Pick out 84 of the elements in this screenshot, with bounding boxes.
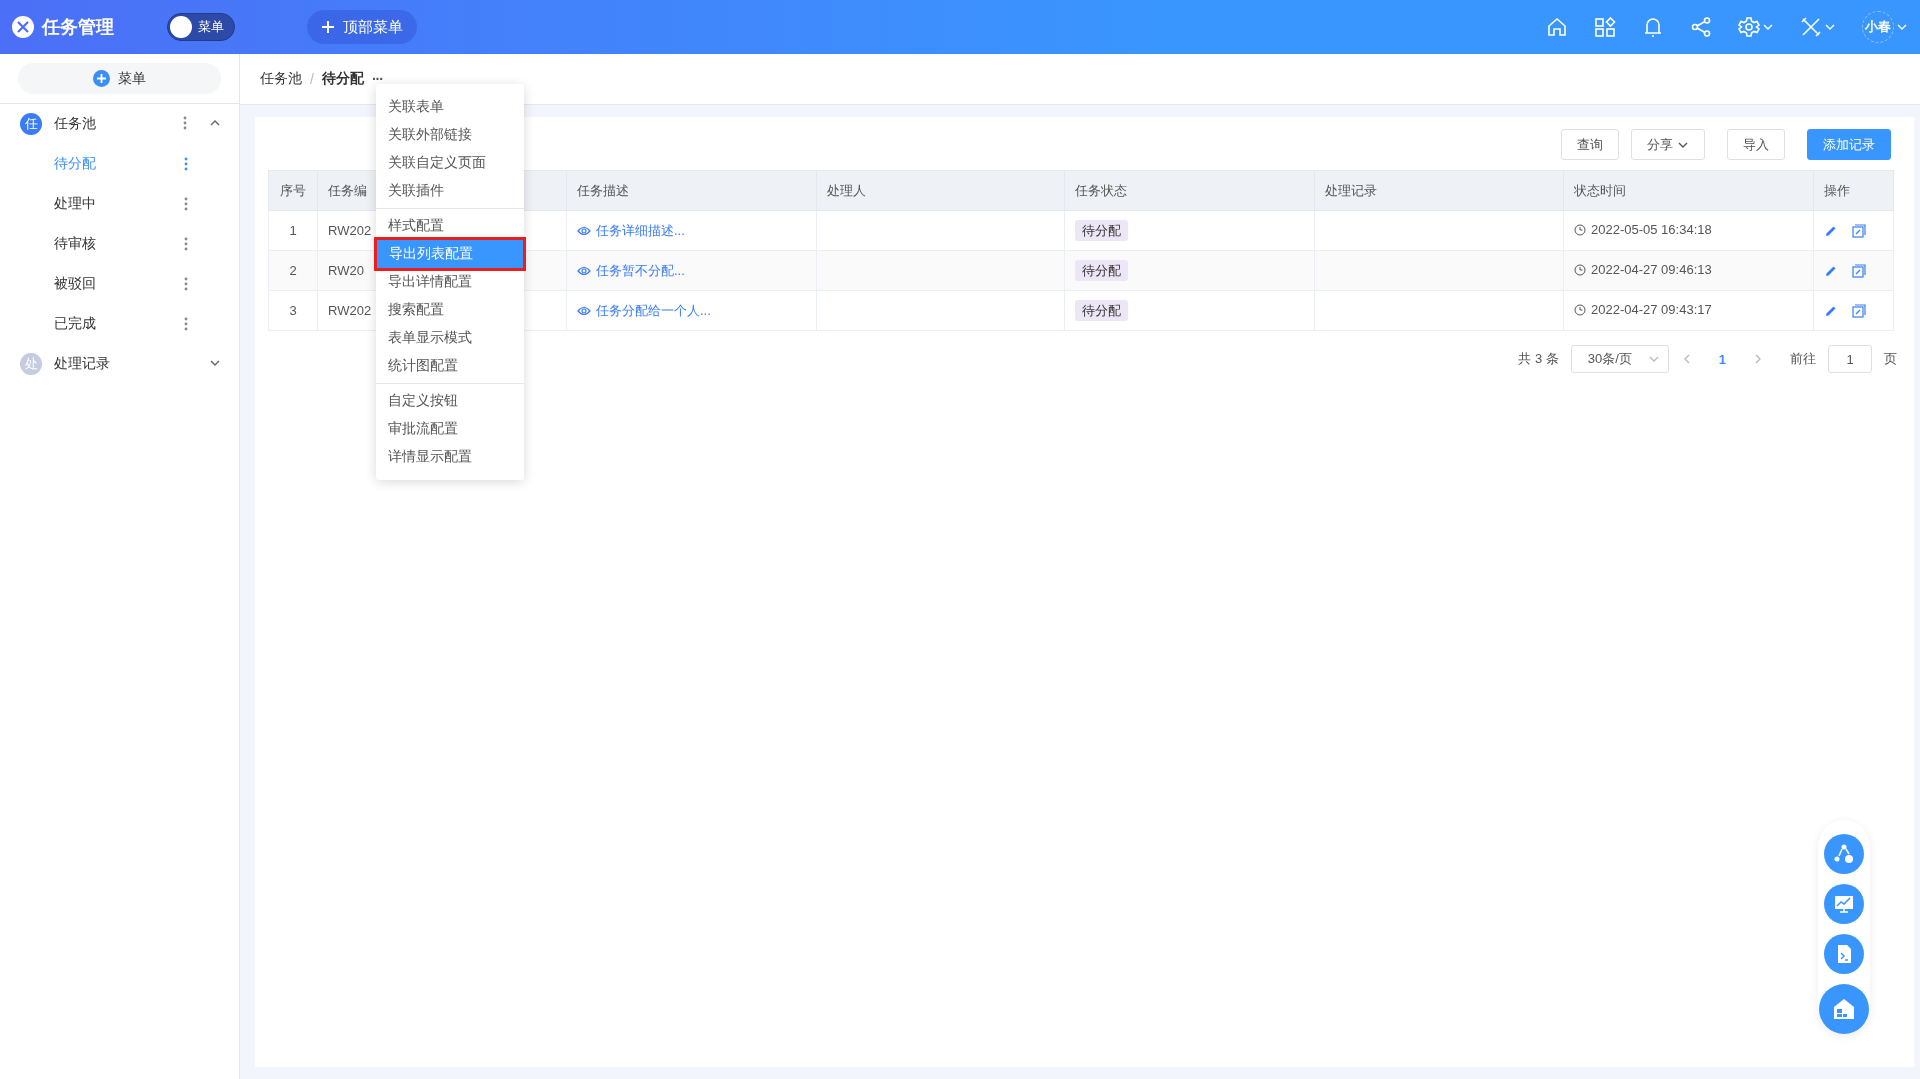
menu-item[interactable]: 关联插件 <box>376 177 524 205</box>
eye-icon <box>577 225 591 236</box>
tools-icon[interactable] <box>1800 16 1822 38</box>
page-size-select[interactable]: 30条/页 <box>1570 345 1669 373</box>
clock-icon <box>1574 223 1586 236</box>
task-code: RW20 <box>328 263 364 278</box>
apps-grid-icon[interactable] <box>1594 16 1616 38</box>
more-icon[interactable] <box>183 115 187 130</box>
terminal-file-icon[interactable] <box>1824 934 1864 974</box>
row-number: 1 <box>289 223 297 238</box>
top-menu-button[interactable]: 顶部菜单 <box>307 10 417 44</box>
monitor-chart-icon[interactable] <box>1824 884 1864 924</box>
breadcrumb-separator: / <box>310 71 314 87</box>
column-header: 处理人 <box>827 182 866 198</box>
toolbar-button[interactable]: 查询 <box>1561 129 1619 160</box>
sidebar-subitem[interactable]: 被驳回 <box>54 275 184 293</box>
copy-icon[interactable] <box>1852 223 1866 238</box>
clock-icon <box>1574 263 1586 276</box>
clock-icon <box>1574 303 1586 316</box>
home-icon[interactable] <box>1819 984 1869 1034</box>
toolbar-button[interactable]: 导入 <box>1727 129 1785 160</box>
more-menu-button[interactable]: ··· <box>371 71 383 87</box>
menu-toggle[interactable]: 菜单 <box>167 13 235 41</box>
row-number: 2 <box>289 263 297 278</box>
column-header: 任务描述 <box>577 182 629 198</box>
menu-avatar: 处 <box>20 353 42 375</box>
more-icon[interactable] <box>184 237 188 251</box>
menu-item[interactable]: 审批流配置 <box>376 415 524 443</box>
column-header: 处理记录 <box>1325 182 1377 198</box>
sidebar-item[interactable]: 任务池 <box>54 115 183 133</box>
menu-item[interactable]: 搜索配置 <box>376 296 524 324</box>
status-time: 2022-04-27 09:43:17 <box>1591 302 1712 318</box>
task-code: RW202 <box>328 223 372 238</box>
menu-item[interactable]: 详情显示配置 <box>376 443 524 471</box>
home-icon[interactable] <box>1546 16 1568 38</box>
plus-icon <box>321 20 335 34</box>
total-count: 共 3 条 <box>1518 350 1559 368</box>
menu-item[interactable]: 统计图配置 <box>376 352 524 380</box>
description-link[interactable]: 任务暂不分配... <box>596 261 685 280</box>
share-icon[interactable] <box>1690 16 1712 38</box>
task-code: RW202 <box>328 303 372 318</box>
bell-icon[interactable] <box>1642 16 1664 38</box>
menu-avatar: 任 <box>20 113 42 135</box>
column-header: 任务编 <box>328 182 367 198</box>
column-header: 状态时间 <box>1574 182 1626 198</box>
status-time: 2022-04-27 09:46:13 <box>1591 262 1712 278</box>
menu-item[interactable]: 关联外部链接 <box>376 121 524 149</box>
breadcrumb-item[interactable]: 任务池 <box>260 70 302 88</box>
description-link[interactable]: 任务详细描述... <box>596 221 685 240</box>
more-icon[interactable] <box>184 197 188 211</box>
column-header: 操作 <box>1824 182 1850 198</box>
more-icon[interactable] <box>184 157 188 171</box>
menu-item[interactable]: 关联表单 <box>376 93 524 121</box>
status-tag: 待分配 <box>1075 259 1128 281</box>
status-tag: 待分配 <box>1075 219 1128 241</box>
column-header: 任务状态 <box>1075 182 1127 198</box>
sidebar-subitem[interactable]: 待审核 <box>54 235 184 253</box>
eye-icon <box>577 305 591 316</box>
sidebar-subitem[interactable]: 处理中 <box>54 195 184 213</box>
menu-item[interactable]: 样式配置 <box>376 212 524 240</box>
settings-icon[interactable] <box>1738 16 1760 38</box>
eye-icon <box>577 265 591 276</box>
sidebar-item[interactable]: 处理记录 <box>54 355 209 373</box>
menu-item[interactable]: 关联自定义页面 <box>376 149 524 177</box>
goto-page-field[interactable]: 1 <box>1828 345 1872 373</box>
status-tag: 待分配 <box>1075 299 1128 321</box>
more-icon[interactable] <box>184 317 188 331</box>
sidebar-subitem[interactable]: 已完成 <box>54 315 184 333</box>
menu-item[interactable]: 导出详情配置 <box>376 268 524 296</box>
page-suffix: 页 <box>1884 350 1897 368</box>
copy-icon[interactable] <box>1852 263 1866 278</box>
dropdown-button[interactable]: 分享 <box>1631 129 1705 160</box>
status-time: 2022-05-05 16:34:18 <box>1591 222 1712 238</box>
add-menu-button[interactable]: 菜单 <box>18 63 221 94</box>
breadcrumb-item: 待分配 <box>321 70 364 88</box>
row-number: 3 <box>289 303 297 318</box>
plus-icon <box>93 70 110 87</box>
column-header: 序号 <box>280 182 306 198</box>
copy-icon[interactable] <box>1852 303 1866 318</box>
menu-item[interactable]: 自定义按钮 <box>376 387 524 415</box>
goto-label: 前往 <box>1790 350 1816 368</box>
app-title: 任务管理 <box>42 16 114 39</box>
menu-item[interactable]: 表单显示模式 <box>376 324 524 352</box>
more-icon[interactable] <box>184 277 188 291</box>
